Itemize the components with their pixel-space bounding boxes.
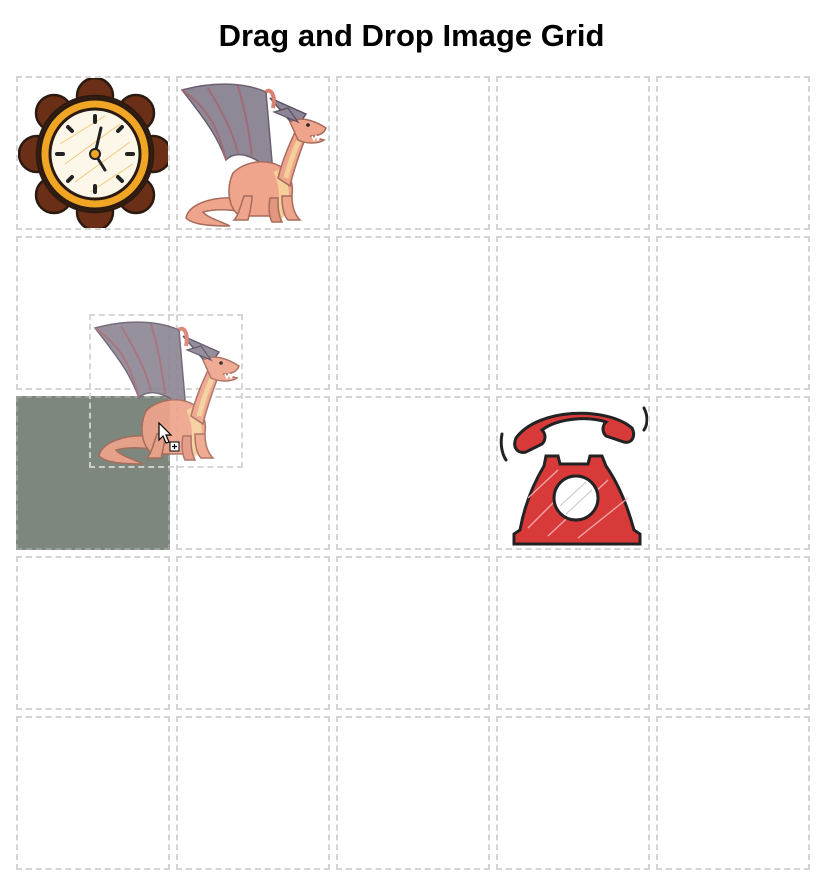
grid-cell-r1-c3[interactable] [336, 76, 490, 230]
drag-cursor-icon [158, 422, 180, 452]
grid-cell-r5-c3[interactable] [336, 716, 490, 870]
grid-cell-r4-c1[interactable] [16, 556, 170, 710]
grid-cell-r4-c3[interactable] [336, 556, 490, 710]
grid-cell-r1-c5[interactable] [656, 76, 810, 230]
grid-cell-r5-c2[interactable] [176, 716, 330, 870]
grid-cell-r5-c4[interactable] [496, 716, 650, 870]
grid-cell-r3-c3[interactable] [336, 396, 490, 550]
grid-cell-r5-c1[interactable] [16, 716, 170, 870]
grid-cell-r5-c5[interactable] [656, 716, 810, 870]
clock-icon[interactable] [18, 78, 168, 228]
grid-cell-r3-c5[interactable] [656, 396, 810, 550]
grid-cell-r1-c2[interactable] [176, 76, 330, 230]
grid-cell-r1-c4[interactable] [496, 76, 650, 230]
grid-cell-r4-c2[interactable] [176, 556, 330, 710]
grid-cell-r2-c5[interactable] [656, 236, 810, 390]
dragon-icon[interactable] [178, 78, 328, 228]
grid-cell-r2-c3[interactable] [336, 236, 490, 390]
grid-cell-r1-c1[interactable] [16, 76, 170, 230]
grid-cell-r3-c4[interactable] [496, 396, 650, 550]
grid-cell-r4-c5[interactable] [656, 556, 810, 710]
grid-cell-r2-c4[interactable] [496, 236, 650, 390]
grid-cell-r4-c4[interactable] [496, 556, 650, 710]
telephone-icon[interactable] [498, 398, 648, 548]
